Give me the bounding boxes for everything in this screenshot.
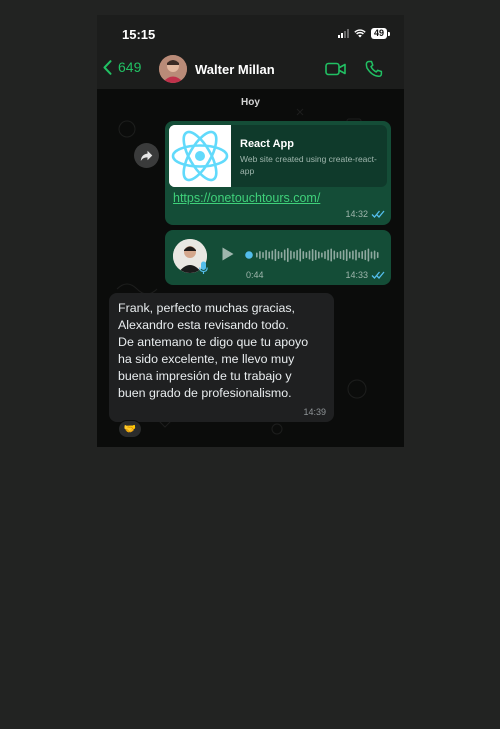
back-count: 649 [118, 59, 142, 75]
signal-icon [337, 29, 349, 38]
waveform-bar [287, 248, 289, 262]
phone-icon[interactable] [365, 60, 383, 78]
message-time: 14:33 [345, 270, 368, 280]
waveform-bar [336, 252, 339, 258]
audio-waveform[interactable] [245, 244, 380, 266]
waveform-bar [256, 252, 258, 258]
chat-header: 649 Walter Millan [97, 51, 404, 89]
waveform-bar [333, 250, 336, 260]
waveform-bar [265, 250, 267, 260]
waveform-bar [311, 249, 314, 261]
waveform-bar [373, 250, 376, 260]
back-button[interactable]: 649 [103, 59, 141, 75]
waveform-bar [327, 249, 329, 261]
waveform-bar [305, 252, 308, 258]
message-reaction[interactable]: 🤝 [118, 420, 142, 438]
voice-message-bubble[interactable]: 0:44 14:33 [165, 230, 391, 285]
link-preview-title: React App [240, 138, 294, 150]
waveform-bar [290, 250, 292, 260]
forward-icon [140, 150, 153, 161]
text-message-meta: 14:39 [303, 407, 326, 417]
waveform-bar [345, 249, 348, 261]
forward-button[interactable] [134, 143, 159, 168]
message-time: 14:32 [345, 209, 368, 219]
waveform-bar [262, 252, 264, 258]
day-separator: Hoy [241, 97, 260, 108]
waveform-bar [367, 248, 370, 262]
chat-area[interactable]: Hoy React App Web site created using cre… [97, 89, 404, 447]
waveform-bar [339, 251, 342, 259]
status-bar: 15:15 49 [97, 15, 404, 51]
battery-icon: 49 [370, 28, 390, 39]
waveform-bar [364, 250, 367, 260]
waveform-bar [342, 250, 345, 260]
waveform-bar [358, 252, 360, 258]
waveform-bar [355, 249, 357, 261]
waveform-bar [259, 251, 261, 259]
message-time: 14:39 [303, 407, 326, 417]
wifi-icon [354, 29, 366, 38]
waveform-bar [361, 251, 363, 259]
waveform-bar [277, 251, 280, 259]
status-icons: 49 [337, 28, 390, 39]
waveform-bar [321, 252, 323, 258]
waveform-bar [293, 251, 295, 259]
waveform-bar [318, 251, 320, 259]
waveform-bar [324, 251, 326, 259]
contact-avatar[interactable] [159, 55, 187, 83]
waveform-bar [280, 252, 283, 258]
voice-message-meta: 14:33 [345, 270, 385, 280]
incoming-text-bubble[interactable]: Frank, perfecto muchas gracias, Alexandr… [109, 293, 334, 422]
chevron-left-icon [103, 59, 112, 75]
mic-icon [199, 261, 208, 274]
react-logo-icon [169, 125, 231, 187]
waveform-bar [268, 251, 270, 259]
handshake-icon: 🤝 [123, 423, 137, 435]
waveform-bar [352, 250, 354, 260]
waveform-bar [299, 248, 301, 262]
contact-name[interactable]: Walter Millan [195, 62, 275, 77]
waveform-bar [283, 249, 286, 261]
link-preview-thumbnail [169, 125, 231, 187]
waveform-bar [308, 250, 311, 260]
battery-level: 49 [370, 28, 387, 39]
waveform-bar [370, 251, 373, 259]
waveform-bar [296, 250, 298, 260]
message-text: Frank, perfecto muchas gracias, Alexandr… [118, 301, 309, 400]
waveform-bar [271, 250, 274, 260]
voice-duration: 0:44 [246, 270, 264, 280]
double-check-icon [371, 271, 385, 279]
waveform-bar [349, 251, 351, 259]
waveform-bar [376, 252, 379, 258]
phone-screen: 15:15 49 649 Walter Millan Hoy React App… [97, 15, 404, 447]
waveform-scrubber[interactable] [245, 251, 253, 259]
double-check-icon [371, 210, 385, 218]
message-link[interactable]: https://onetouchtours.com/ [173, 191, 320, 205]
waveform-bar [314, 250, 317, 260]
status-time: 15:15 [122, 27, 156, 42]
waveform-bar [274, 249, 277, 261]
play-icon[interactable] [221, 246, 235, 262]
link-message-meta: 14:32 [345, 209, 385, 219]
waveform-bar [330, 248, 332, 262]
link-message-bubble[interactable]: React App Web site created using create-… [165, 121, 391, 225]
waveform-bar [302, 251, 305, 259]
link-preview-description: Web site created using create-react-app [240, 154, 377, 176]
link-preview-card[interactable]: React App Web site created using create-… [169, 125, 387, 187]
video-call-icon[interactable] [325, 61, 347, 77]
